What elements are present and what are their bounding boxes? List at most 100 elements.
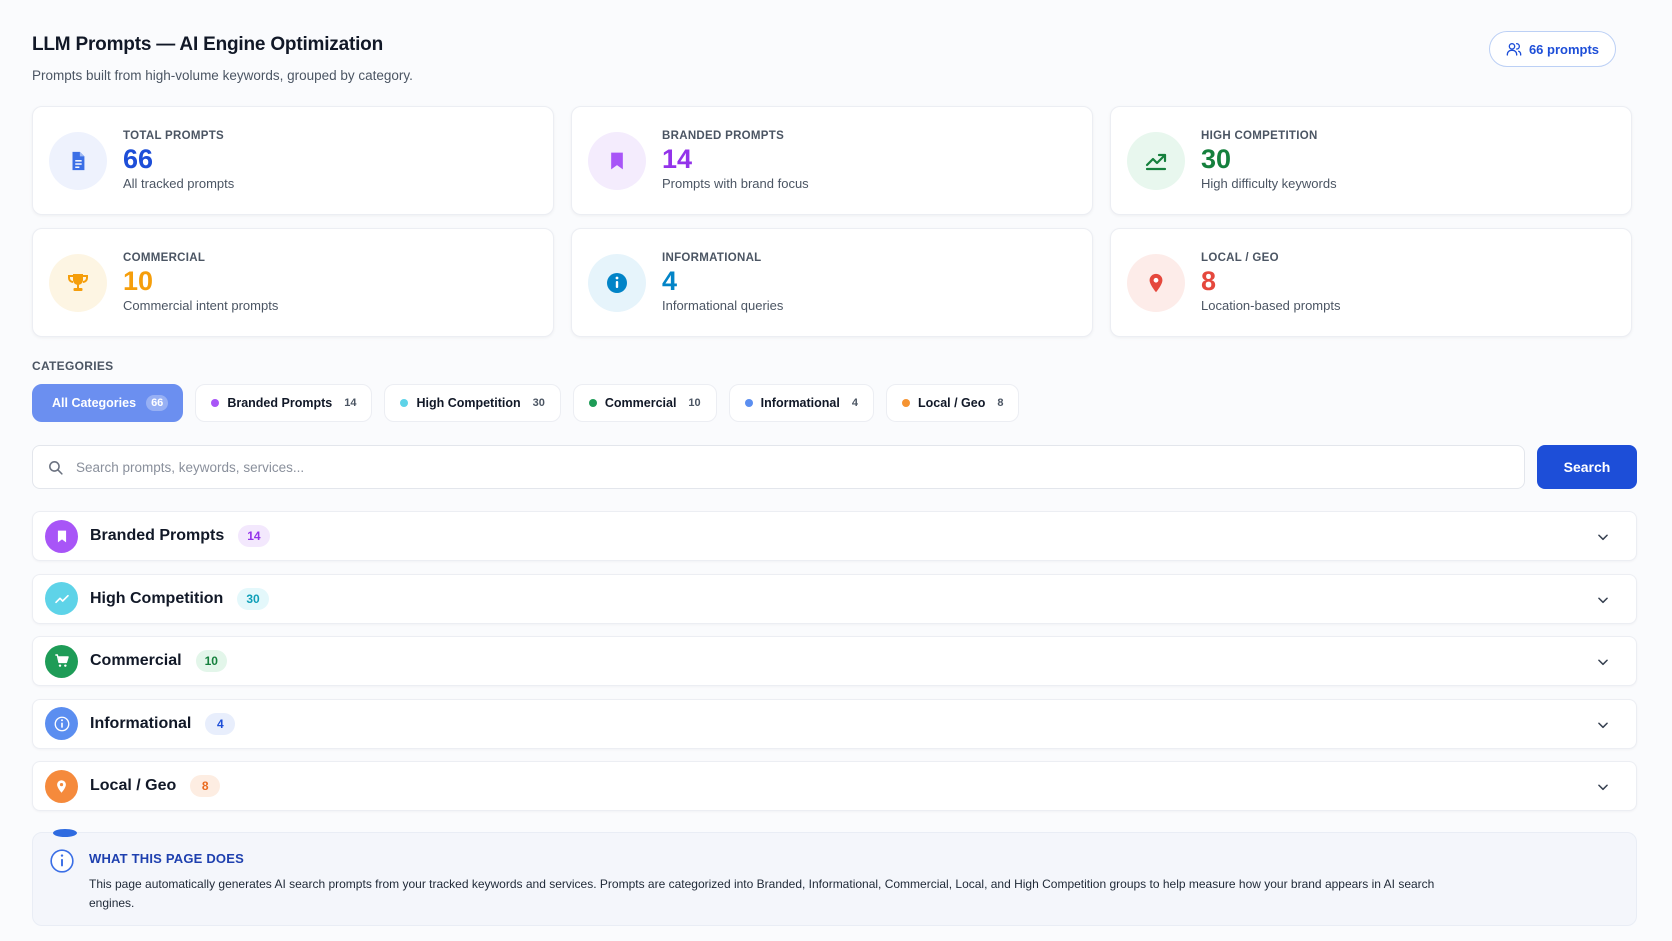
chevron-down-icon[interactable] bbox=[1596, 718, 1610, 732]
info-callout: WHAT THIS PAGE DOES This page automatica… bbox=[32, 829, 1637, 926]
stat-icon-wrap bbox=[49, 131, 107, 190]
stat-value: 4 bbox=[662, 265, 678, 296]
info-title: WHAT THIS PAGE DOES bbox=[89, 851, 244, 866]
chip-count: 8 bbox=[997, 397, 1004, 409]
trophy-icon bbox=[68, 273, 88, 291]
stats-grid: TOTAL PROMPTS 66 All tracked prompts BRA… bbox=[32, 106, 1637, 337]
bookmark-icon bbox=[611, 152, 623, 169]
prompts-count-pill[interactable]: 66 prompts bbox=[1489, 31, 1616, 67]
category-filter-chips: All Categories 66 Branded Prompts 14 Hig… bbox=[32, 384, 1020, 422]
stat-desc: All tracked prompts bbox=[123, 176, 235, 192]
info-icon bbox=[50, 849, 74, 873]
trend-up-icon bbox=[1145, 153, 1167, 170]
categories-heading: CATEGORIES bbox=[32, 359, 114, 373]
chip-dot bbox=[400, 399, 409, 407]
stat-value: 10 bbox=[123, 265, 154, 296]
stat-desc: Prompts with brand focus bbox=[662, 176, 809, 192]
chip-label: Branded Prompts bbox=[227, 396, 333, 410]
page-title: LLM Prompts — AI Engine Optimization bbox=[32, 34, 383, 55]
chevron-down-icon[interactable] bbox=[1596, 593, 1610, 607]
page-subtitle: Prompts built from high-volume keywords,… bbox=[32, 68, 413, 83]
group-name: Branded Prompts bbox=[90, 527, 225, 544]
group-commercial[interactable]: Commercial 10 bbox=[32, 636, 1637, 686]
chip-high-competition[interactable]: High Competition 30 bbox=[384, 384, 561, 422]
chip-count: 14 bbox=[344, 397, 357, 409]
chevron-down-icon[interactable] bbox=[1596, 655, 1610, 669]
users-icon bbox=[1506, 43, 1522, 56]
stat-card-informational: INFORMATIONAL 4 Informational queries bbox=[571, 228, 1093, 337]
chip-dot bbox=[901, 399, 910, 407]
chip-label: Local / Geo bbox=[917, 396, 986, 410]
chip-local-geo[interactable]: Local / Geo 8 bbox=[885, 384, 1020, 422]
prompts-count-label: 66 prompts bbox=[1528, 41, 1600, 57]
chip-dot bbox=[588, 399, 597, 407]
group-name: Informational bbox=[90, 714, 192, 732]
stat-desc: Informational queries bbox=[662, 298, 784, 314]
search-box bbox=[32, 445, 1525, 489]
stat-label: INFORMATIONAL bbox=[662, 251, 762, 264]
stat-desc: High difficulty keywords bbox=[1201, 176, 1337, 192]
group-count-badge: 4 bbox=[205, 712, 236, 735]
stat-label: COMMERCIAL bbox=[123, 251, 206, 264]
chip-count: 30 bbox=[532, 397, 545, 409]
stat-card-branded: BRANDED PROMPTS 14 Prompts with brand fo… bbox=[571, 106, 1093, 215]
stat-label: HIGH COMPETITION bbox=[1201, 129, 1318, 142]
stat-desc: Commercial intent prompts bbox=[123, 298, 279, 314]
chip-label: Commercial bbox=[604, 396, 677, 410]
stat-icon-wrap bbox=[1127, 131, 1185, 190]
group-count-badge: 8 bbox=[190, 775, 221, 797]
group-count-badge: 14 bbox=[238, 525, 270, 547]
group-local-geo[interactable]: Local / Geo 8 bbox=[32, 761, 1637, 811]
search-button[interactable]: Search bbox=[1537, 445, 1637, 489]
chip-all-categories[interactable]: All Categories 66 bbox=[32, 384, 184, 422]
search-row: Search bbox=[32, 445, 1637, 489]
chevron-down-icon[interactable] bbox=[1596, 780, 1610, 794]
group-name: Local / Geo bbox=[90, 777, 177, 794]
chevron-down-icon[interactable] bbox=[1596, 530, 1610, 544]
stat-label: LOCAL / GEO bbox=[1201, 251, 1279, 264]
info-icon bbox=[607, 272, 627, 293]
stat-card-total: TOTAL PROMPTS 66 All tracked prompts bbox=[32, 106, 554, 215]
group-count-badge: 10 bbox=[195, 650, 227, 672]
stat-value: 66 bbox=[123, 143, 154, 174]
bookmark-icon bbox=[57, 530, 66, 542]
info-text: This page automatically generates AI sea… bbox=[89, 877, 1435, 910]
chip-branded-prompts[interactable]: Branded Prompts 14 bbox=[195, 384, 373, 422]
stat-desc: Location-based prompts bbox=[1201, 298, 1341, 314]
search-input[interactable] bbox=[76, 459, 1376, 475]
trend-up-icon bbox=[54, 594, 69, 603]
stat-icon-wrap bbox=[49, 253, 107, 312]
stat-value: 8 bbox=[1201, 265, 1217, 296]
chip-count: 4 bbox=[851, 397, 858, 409]
stat-value: 14 bbox=[662, 143, 693, 174]
group-count-badge: 30 bbox=[237, 587, 269, 610]
chip-commercial[interactable]: Commercial 10 bbox=[572, 384, 717, 422]
group-name: Commercial bbox=[90, 652, 182, 669]
info-accent bbox=[53, 829, 77, 837]
stat-icon-wrap bbox=[588, 131, 646, 190]
chip-count: 10 bbox=[688, 397, 701, 409]
stat-label: TOTAL PROMPTS bbox=[123, 129, 225, 142]
chip-label: High Competition bbox=[416, 396, 521, 410]
stat-label: BRANDED PROMPTS bbox=[662, 129, 785, 142]
group-icon-wrap bbox=[45, 519, 78, 553]
chip-label: All Categories bbox=[52, 396, 137, 410]
group-name: High Competition bbox=[90, 589, 224, 607]
page-header: LLM Prompts — AI Engine Optimization Pro… bbox=[32, 31, 1640, 94]
group-high-competition[interactable]: High Competition 30 bbox=[32, 573, 1637, 624]
group-branded-prompts[interactable]: Branded Prompts 14 bbox=[32, 511, 1637, 561]
chip-label: Informational bbox=[760, 396, 840, 410]
search-icon bbox=[49, 460, 63, 475]
chip-dot bbox=[211, 399, 220, 407]
chip-dot bbox=[744, 399, 753, 407]
chip-informational[interactable]: Informational 4 bbox=[728, 384, 874, 422]
stat-card-commercial: COMMERCIAL 10 Commercial intent prompts bbox=[32, 228, 554, 337]
info-icon bbox=[54, 716, 69, 731]
group-icon-wrap bbox=[45, 582, 78, 615]
group-icon-wrap bbox=[45, 644, 78, 678]
stat-icon-wrap bbox=[588, 253, 646, 312]
group-informational[interactable]: Informational 4 bbox=[32, 698, 1637, 749]
group-icon-wrap bbox=[45, 769, 78, 803]
cart-icon bbox=[54, 654, 69, 667]
map-pin-icon bbox=[57, 779, 66, 793]
